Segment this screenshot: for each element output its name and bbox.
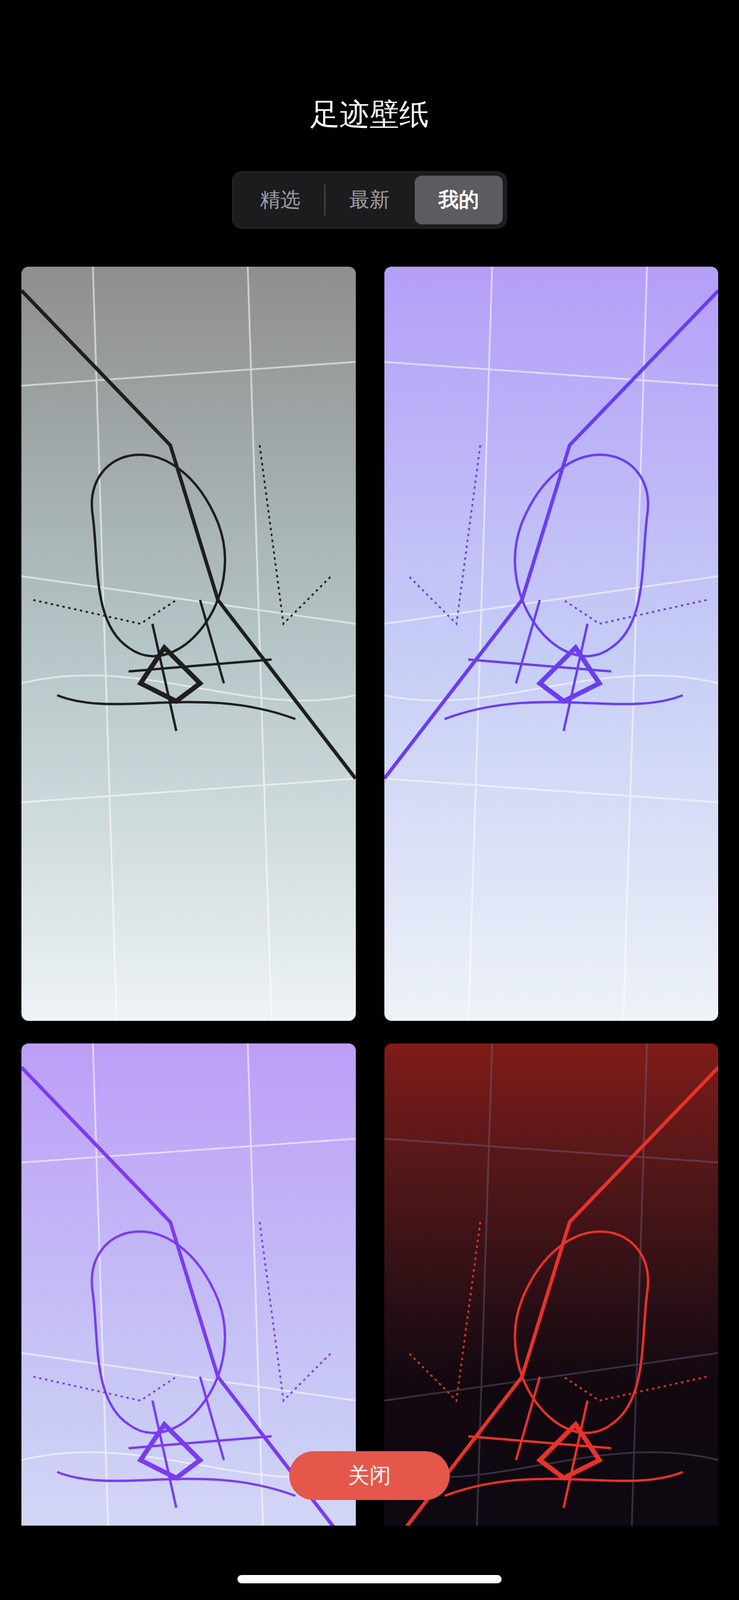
page-title: 足迹壁纸	[309, 95, 430, 134]
wallpaper-page: 足迹壁纸精选最新我的关闭	[0, 0, 739, 1600]
home-indicator[interactable]	[237, 1574, 502, 1583]
tab[interactable]: 精选	[236, 175, 325, 225]
tab-divider	[324, 184, 326, 216]
tab[interactable]: 我的	[414, 175, 503, 225]
wallpaper-grid	[0, 266, 739, 1526]
bottom-bar	[0, 1525, 739, 1600]
wallpaper-card[interactable]	[21, 266, 356, 1021]
footprint-map-icon	[384, 266, 719, 1021]
tab[interactable]: 最新	[325, 175, 414, 225]
footprint-map-icon	[21, 266, 356, 1021]
tab-bar: 精选最新我的	[232, 171, 507, 229]
close-button[interactable]: 关闭	[289, 1450, 450, 1500]
wallpaper-card[interactable]	[384, 266, 719, 1021]
